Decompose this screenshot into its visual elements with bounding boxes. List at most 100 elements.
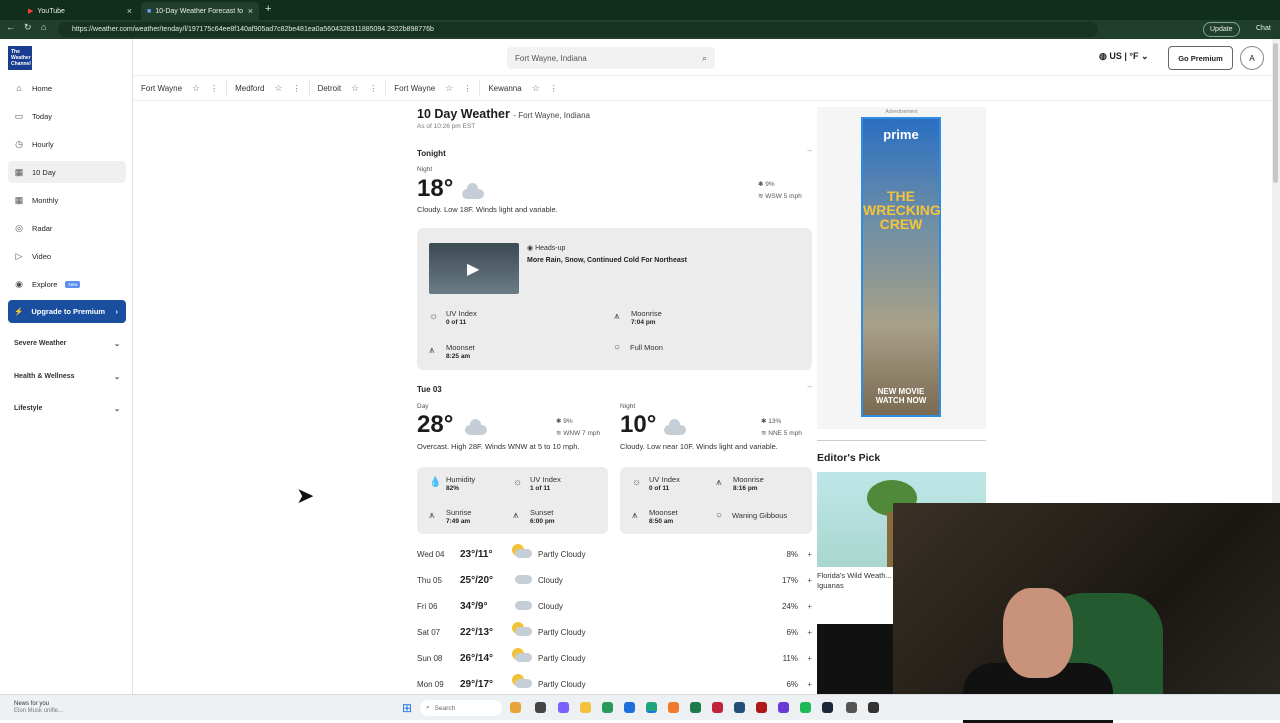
expand-icon[interactable]: + bbox=[798, 550, 812, 559]
recent-location[interactable]: Fort Wayne ☆ ⋮ bbox=[386, 80, 481, 96]
edge-browser-icon[interactable] bbox=[646, 702, 657, 713]
update-button[interactable]: Update bbox=[1203, 22, 1240, 37]
globe-icon: ◍ bbox=[1099, 51, 1110, 61]
home-icon[interactable]: ⌂ bbox=[41, 22, 46, 32]
app-icon[interactable] bbox=[558, 702, 569, 713]
collapse-icon[interactable]: – bbox=[808, 146, 812, 155]
app-icon[interactable] bbox=[690, 702, 701, 713]
forecast-day-row[interactable]: Mon 09 29°/17° Partly Cloudy 6% + bbox=[417, 671, 812, 694]
forecast-day-row[interactable]: Thu 05 25°/20° Cloudy 17% + bbox=[417, 567, 812, 593]
advertisement[interactable]: Advertisement prime THE WRECKING CREW NE… bbox=[817, 107, 986, 429]
detail-label: Sunset bbox=[530, 508, 554, 517]
app-icon[interactable] bbox=[624, 702, 635, 713]
expand-icon[interactable]: + bbox=[798, 628, 812, 637]
app-icon[interactable] bbox=[756, 702, 767, 713]
tonight-header[interactable]: Tonight bbox=[417, 149, 446, 158]
updated-time: As of 10:26 pm EST bbox=[417, 123, 476, 130]
star-icon[interactable]: ☆ bbox=[351, 83, 359, 94]
section-health-wellness[interactable]: Health & Wellness ⌄ bbox=[14, 373, 120, 381]
sidebar-item-explore[interactable]: ◉ Explore New bbox=[8, 273, 126, 295]
app-icon[interactable] bbox=[602, 702, 613, 713]
recent-location[interactable]: Detroit ☆ ⋮ bbox=[310, 80, 387, 96]
sidebar-item-today[interactable]: ▭ Today bbox=[8, 105, 126, 127]
more-icon[interactable]: ⋮ bbox=[293, 84, 301, 93]
news-widget[interactable]: News for you Elon Musk unifie... bbox=[14, 701, 63, 715]
app-icon[interactable] bbox=[868, 702, 879, 713]
app-icon[interactable] bbox=[734, 702, 745, 713]
video-thumbnail[interactable]: ▶ bbox=[429, 243, 519, 294]
app-icon[interactable] bbox=[846, 702, 857, 713]
expand-icon[interactable]: + bbox=[798, 680, 812, 689]
expand-icon[interactable]: + bbox=[798, 602, 812, 611]
chevron-down-icon: ⌄ bbox=[1141, 51, 1149, 61]
app-icon[interactable] bbox=[668, 702, 679, 713]
go-premium-button[interactable]: Go Premium bbox=[1168, 46, 1233, 70]
chat-button[interactable]: Chat bbox=[1256, 25, 1271, 32]
search-icon[interactable]: ⌕ bbox=[702, 53, 707, 64]
star-icon[interactable]: ☆ bbox=[532, 83, 540, 94]
file-explorer-icon[interactable] bbox=[580, 702, 591, 713]
recent-location[interactable]: Kewanna ☆ ⋮ bbox=[480, 80, 565, 96]
more-icon[interactable]: ⋮ bbox=[550, 84, 558, 93]
reload-icon[interactable]: ↻ bbox=[24, 22, 32, 33]
advertisement-2[interactable] bbox=[817, 624, 897, 694]
new-tab-icon[interactable]: + bbox=[265, 3, 271, 15]
more-icon[interactable]: ⋮ bbox=[210, 84, 218, 93]
star-icon[interactable]: ☆ bbox=[445, 83, 453, 94]
app-icon[interactable] bbox=[535, 702, 546, 713]
taskbar-search[interactable]: ⌕ Search bbox=[420, 700, 502, 716]
forecast-day-row[interactable]: Sat 07 22°/13° Partly Cloudy 6% + bbox=[417, 619, 812, 645]
sidebar-item-video[interactable]: ▷ Video bbox=[8, 245, 126, 267]
more-icon[interactable]: ⋮ bbox=[369, 84, 377, 93]
recent-location[interactable]: Fort Wayne ☆ ⋮ bbox=[133, 80, 228, 96]
sidebar-item-10-day[interactable]: ▦ 10 Day bbox=[8, 161, 126, 183]
location-label: Fort Wayne bbox=[141, 83, 183, 93]
section-lifestyle[interactable]: Lifestyle ⌄ bbox=[14, 405, 120, 413]
sidebar-item-hourly[interactable]: ◷ Hourly bbox=[8, 133, 126, 155]
back-icon[interactable]: ← bbox=[6, 22, 15, 32]
movie-poster-ad[interactable]: prime THE WRECKING CREW NEW MOVIE WATCH … bbox=[861, 117, 941, 417]
tue-header[interactable]: Tue 03 bbox=[417, 385, 442, 394]
detail-value: 8:50 am bbox=[649, 518, 674, 525]
sidebar-item-home[interactable]: ⌂ Home bbox=[8, 77, 126, 99]
avatar[interactable]: A bbox=[1240, 46, 1264, 70]
weather-channel-logo[interactable]: The Weather Channel bbox=[8, 46, 32, 70]
location-label: Detroit bbox=[317, 83, 342, 93]
app-icon[interactable] bbox=[510, 702, 521, 713]
expand-icon[interactable]: + bbox=[798, 576, 812, 585]
close-tab-icon[interactable]: × bbox=[127, 6, 132, 16]
recent-location[interactable]: Medford ☆ ⋮ bbox=[227, 80, 310, 96]
ad-cta[interactable]: NEW MOVIE WATCH NOW bbox=[863, 387, 939, 405]
collapse-icon[interactable]: – bbox=[808, 382, 812, 391]
news-title: News for you bbox=[14, 701, 50, 707]
spotify-icon[interactable] bbox=[800, 702, 811, 713]
star-icon[interactable]: ☆ bbox=[274, 83, 282, 94]
steam-icon[interactable] bbox=[822, 702, 833, 713]
windows-taskbar: News for you Elon Musk unifie... ⊞ ⌕ Searc… bbox=[0, 694, 1280, 720]
windows-start-icon[interactable]: ⊞ bbox=[402, 701, 412, 715]
calendar-icon: ▦ bbox=[14, 166, 24, 177]
section-severe-weather[interactable]: Severe Weather ⌄ bbox=[14, 340, 120, 348]
tab-weather[interactable]: ■ 10-Day Weather Forecast for Fort... × bbox=[141, 2, 259, 20]
tab-youtube[interactable]: ▶ YouTube × bbox=[22, 2, 138, 20]
star-icon[interactable]: ☆ bbox=[192, 83, 200, 94]
expand-icon[interactable]: + bbox=[798, 654, 812, 663]
url-field[interactable]: https://weather.com/weather/tenday/l/197… bbox=[58, 22, 1098, 37]
forecast-day-row[interactable]: Wed 04 23°/11° Partly Cloudy 8% + bbox=[417, 541, 812, 567]
forecast-day-row[interactable]: Fri 06 34°/9° Cloudy 24% + bbox=[417, 593, 812, 619]
unit-selector[interactable]: ◍ US | °F ⌄ bbox=[1099, 51, 1149, 62]
sidebar-item-radar[interactable]: ◎ Radar bbox=[8, 217, 126, 239]
app-icon[interactable] bbox=[712, 702, 723, 713]
more-icon[interactable]: ⋮ bbox=[463, 84, 471, 93]
forecast-day-row[interactable]: Sun 08 26°/14° Partly Cloudy 11% + bbox=[417, 645, 812, 671]
play-icon[interactable]: ▶ bbox=[467, 259, 479, 279]
close-tab-icon[interactable]: × bbox=[248, 6, 253, 16]
sidebar-item-monthly[interactable]: ▦ Monthly bbox=[8, 189, 126, 211]
play-icon: ▷ bbox=[15, 250, 23, 261]
location-search-input[interactable]: Fort Wayne, Indiana ⌕ bbox=[507, 47, 715, 69]
app-icon[interactable] bbox=[778, 702, 789, 713]
weather-favicon-icon: ■ bbox=[147, 7, 152, 15]
news-subtitle: Elon Musk unifie... bbox=[14, 708, 64, 714]
video-title[interactable]: More Rain, Snow, Continued Cold For Nort… bbox=[527, 257, 797, 264]
upgrade-premium-button[interactable]: ⚡ Upgrade to Premium › bbox=[8, 300, 126, 323]
